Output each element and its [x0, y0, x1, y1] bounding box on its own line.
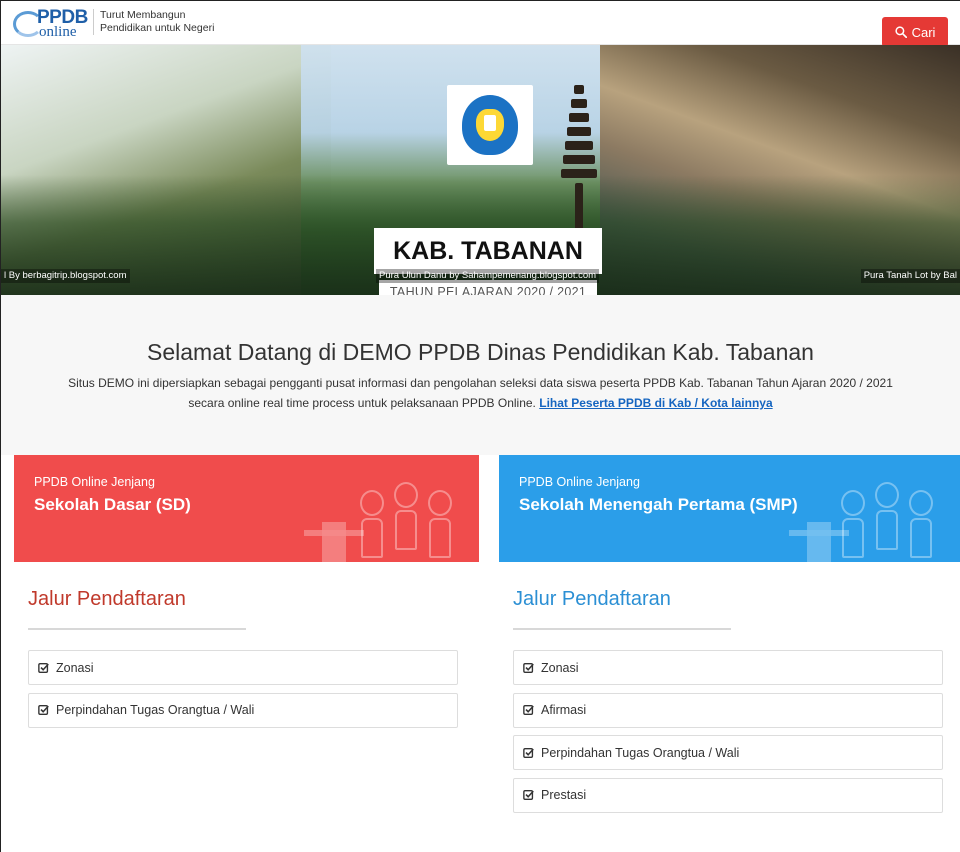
welcome-text: Situs DEMO ini dipersiapkan sebagai peng…	[21, 373, 940, 413]
logo-sub: online	[39, 24, 77, 40]
sd-divider	[28, 628, 246, 630]
hero-caption-right: Pura Tanah Lot by Bal	[860, 269, 960, 283]
sd-route-perpindahan[interactable]: Perpindahan Tugas Orangtua / Wali	[28, 692, 458, 728]
smp-route-zonasi[interactable]: Zonasi	[513, 650, 943, 685]
smp-panel-subtitle: PPDB Online Jenjang	[519, 475, 640, 489]
list-item-label: Prestasi	[541, 788, 587, 802]
check-square-icon	[523, 747, 534, 758]
top-navbar: PPDB online Turut Membangun Pendidikan u…	[1, 1, 960, 47]
ppdb-online-logo[interactable]: PPDB online	[13, 7, 89, 41]
check-square-icon	[523, 662, 534, 673]
tut-wuri-handayani-emblem	[447, 85, 533, 165]
search-button[interactable]: Cari	[882, 17, 948, 47]
hero-caption-center: Pura Ulun Danu by Sahampemenang.blogspot…	[376, 269, 600, 283]
smp-registration-list: Zonasi Afirmasi Perpindahan Tugas Orangt…	[513, 650, 943, 820]
welcome-heading: Selamat Datang di DEMO PPDB Dinas Pendid…	[147, 339, 814, 365]
check-square-icon	[38, 705, 49, 715]
sd-route-zonasi[interactable]: Zonasi	[28, 650, 458, 685]
list-item-label: Perpindahan Tugas Orangtua / Wali	[541, 745, 740, 760]
search-icon	[894, 26, 907, 38]
welcome-text-line-1: Situs DEMO ini dipersiapkan sebagai peng…	[68, 376, 893, 390]
list-item-label: Perpindahan Tugas Orangtua / Wali	[56, 703, 255, 717]
sd-panel-body: Jalur Pendaftaran Zonasi Perpindahan Tug…	[14, 562, 479, 852]
smp-section-title: Jalur Pendaftaran	[513, 588, 671, 610]
hero-caption-left: l By berbagitrip.blogspot.com	[1, 269, 130, 283]
smp-route-prestasi[interactable]: Prestasi	[513, 777, 943, 813]
temple-gate-illustration	[304, 522, 364, 562]
check-square-icon	[523, 705, 534, 715]
list-item-label: Zonasi	[56, 660, 94, 675]
welcome-text-line-2: secara online real time process untuk pe…	[188, 396, 536, 410]
sd-registration-list: Zonasi Perpindahan Tugas Orangtua / Wali	[28, 650, 458, 735]
smp-panel-header[interactable]: PPDB Online Jenjang Sekolah Menengah Per…	[499, 455, 960, 562]
smp-route-perpindahan[interactable]: Perpindahan Tugas Orangtua / Wali	[513, 735, 943, 770]
sd-section-title: Jalur Pendaftaran	[28, 588, 186, 610]
other-regions-link[interactable]: Lihat Peserta PPDB di Kab / Kota lainnya	[539, 396, 772, 410]
check-square-icon	[523, 790, 534, 800]
sd-panel: PPDB Online Jenjang Sekolah Dasar (SD) J…	[14, 455, 479, 852]
pagoda-silhouette	[561, 65, 597, 245]
list-item-label: Zonasi	[541, 660, 579, 675]
sd-panel-subtitle: PPDB Online Jenjang	[34, 475, 155, 489]
students-illustration	[357, 467, 467, 562]
check-square-icon	[38, 662, 49, 673]
search-button-label: Cari	[911, 24, 936, 40]
hero-banner: KAB. TABANAN TAHUN PELAJARAN 2020 / 2021…	[1, 45, 960, 295]
list-item-label: Afirmasi	[541, 703, 587, 717]
hero-title: KAB. TABANAN	[374, 228, 602, 274]
tagline: Turut Membangun Pendidikan untuk Negeri	[93, 9, 214, 35]
emblem-icon	[462, 95, 518, 155]
smp-divider	[513, 628, 731, 630]
tagline-line-1: Turut Membangun	[100, 9, 186, 21]
smp-route-afirmasi[interactable]: Afirmasi	[513, 692, 943, 728]
sd-panel-title: Sekolah Dasar (SD)	[34, 495, 191, 514]
smp-panel-body: Jalur Pendaftaran Zonasi Afirmasi Perpin…	[499, 562, 960, 852]
sd-panel-header[interactable]: PPDB Online Jenjang Sekolah Dasar (SD)	[14, 455, 479, 562]
smp-panel: PPDB Online Jenjang Sekolah Menengah Per…	[499, 455, 960, 852]
students-illustration	[838, 467, 948, 562]
smp-panel-title: Sekolah Menengah Pertama (SMP)	[519, 495, 798, 514]
tagline-line-2: Pendidikan untuk Negeri	[100, 22, 215, 34]
welcome-section: Selamat Datang di DEMO PPDB Dinas Pendid…	[1, 295, 960, 455]
